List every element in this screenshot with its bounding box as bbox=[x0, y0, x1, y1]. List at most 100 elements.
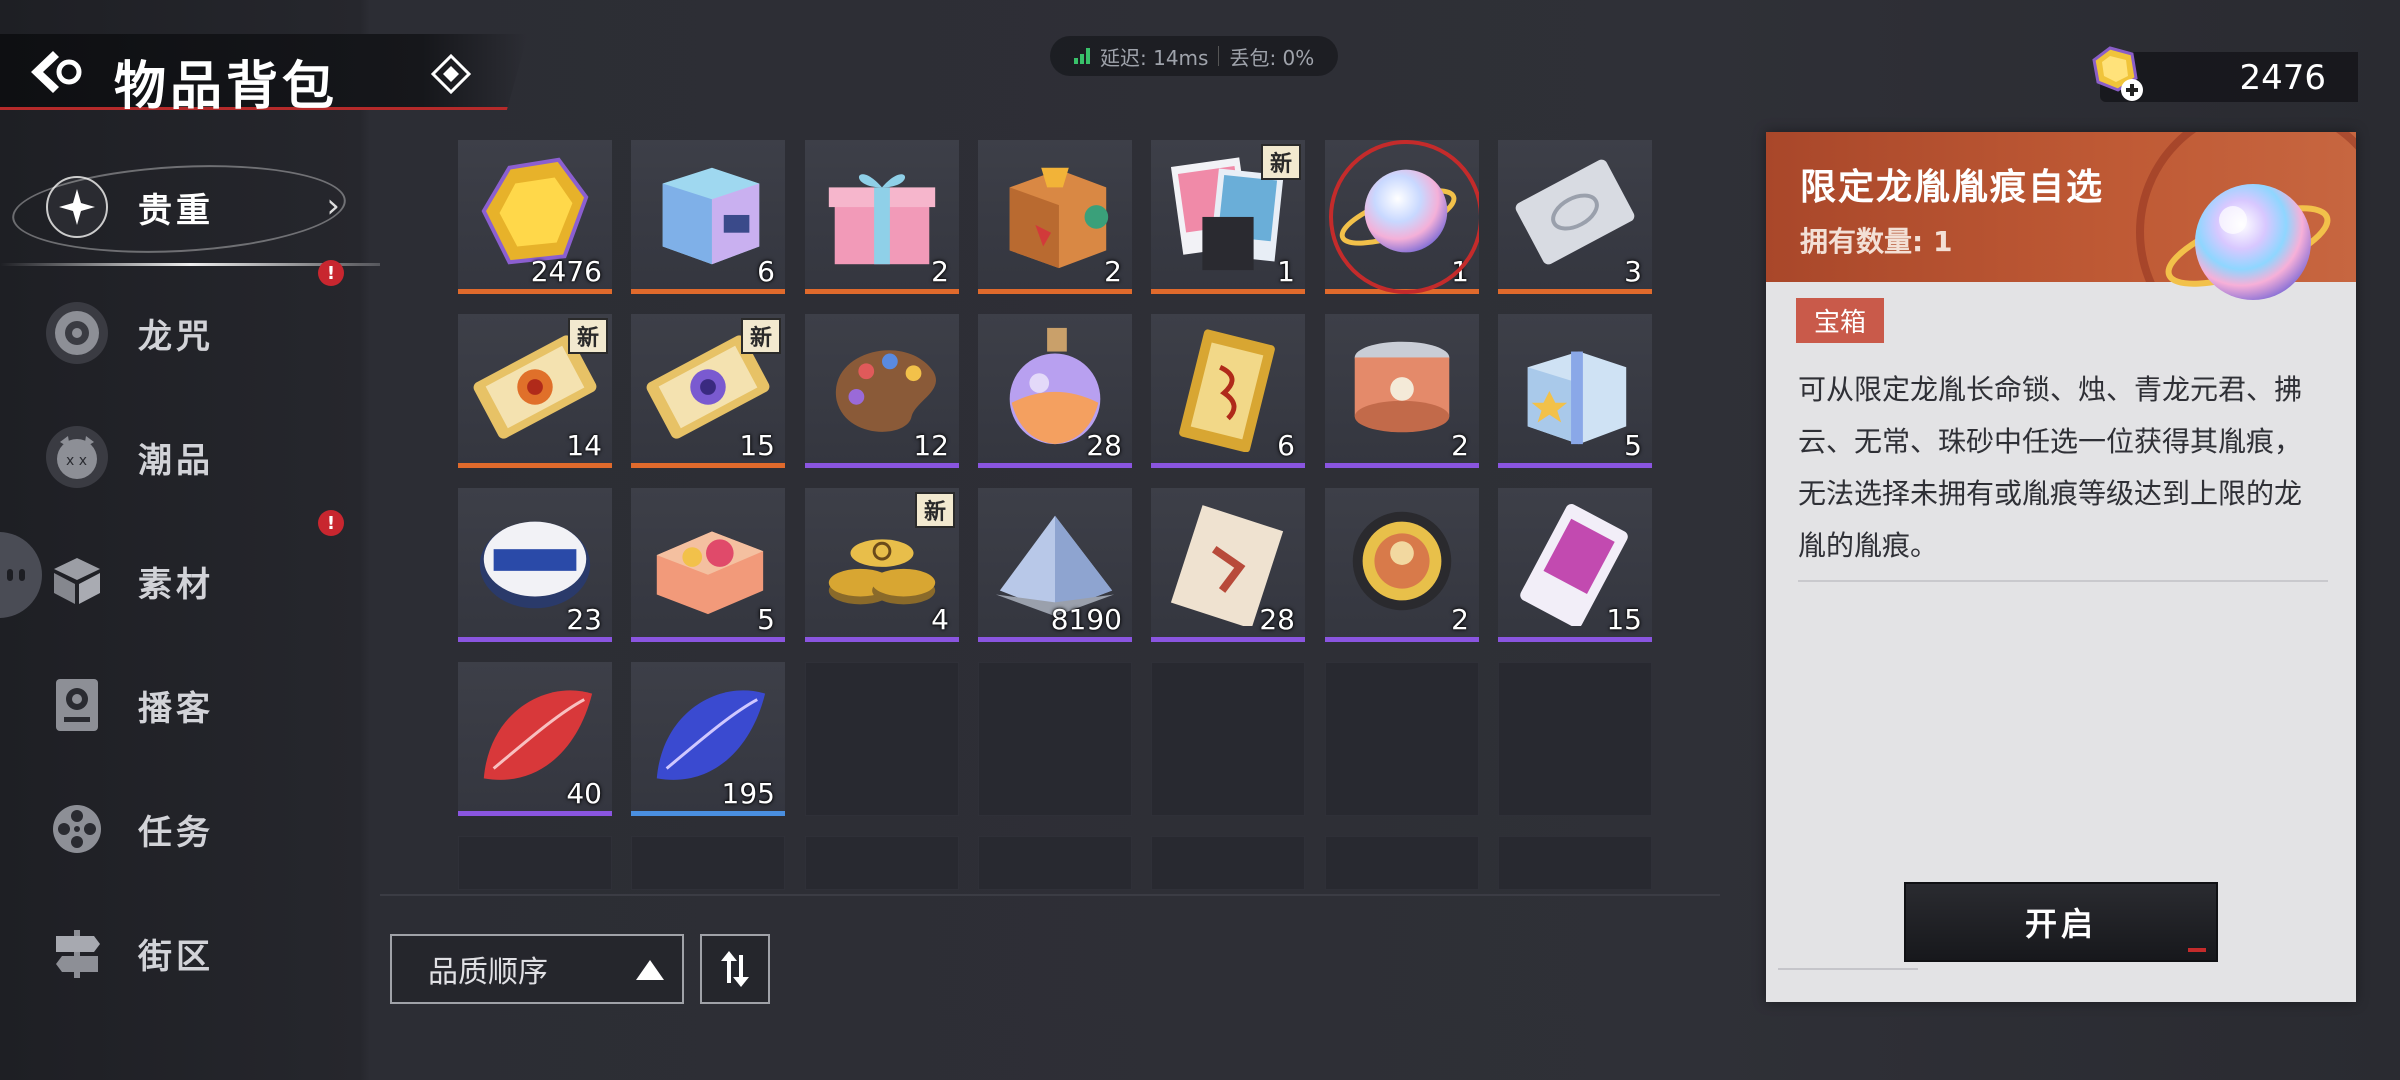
item-slot-photo-cards[interactable]: 新1 bbox=[1151, 140, 1305, 294]
rarity-bar bbox=[978, 289, 1132, 294]
item-slot-pink-ticket[interactable]: 15 bbox=[1498, 488, 1652, 642]
item-count: 2 bbox=[1451, 429, 1469, 462]
gem-plus-icon[interactable] bbox=[2088, 44, 2146, 104]
item-slot-chip-token[interactable]: 2 bbox=[1325, 488, 1479, 642]
wooden-crate-icon bbox=[1009, 167, 1109, 269]
item-count: 12 bbox=[913, 429, 949, 462]
item-slot-silver-ticket[interactable]: 3 bbox=[1498, 140, 1652, 294]
cube-icon bbox=[46, 550, 108, 612]
item-name: 限定龙胤胤痕自选 bbox=[1800, 167, 2105, 208]
rarity-bar bbox=[1325, 637, 1479, 642]
rarity-bar bbox=[978, 463, 1132, 468]
inventory-screen: 物品背包 延迟: 14ms 丢包: 0% 2476 贵重 › ! 龙咒 x x … bbox=[0, 0, 2400, 1080]
new-badge: 新 bbox=[1261, 144, 1301, 180]
item-slot-holo-cube[interactable]: 6 bbox=[631, 140, 785, 294]
sidebar-item-materials[interactable]: 素材 bbox=[46, 536, 306, 626]
owned-count: 拥有数量: 1 bbox=[1800, 225, 1953, 258]
empty-slot bbox=[1325, 836, 1479, 890]
item-slot-potion-bottle[interactable]: 28 bbox=[978, 314, 1132, 468]
item-slot-rainbow-orb[interactable]: 1 bbox=[1325, 140, 1479, 294]
latency-text: 延迟: 14ms bbox=[1100, 45, 1209, 70]
menu-button[interactable] bbox=[428, 54, 474, 94]
item-slot-gold-ticket-purple[interactable]: 新 15 bbox=[631, 314, 785, 468]
item-slot-red-leaf[interactable]: 40 bbox=[458, 662, 612, 816]
rarity-bar bbox=[631, 463, 785, 468]
title-bar: 物品背包 bbox=[0, 34, 528, 110]
sidebar-item-podcast[interactable]: 播客 bbox=[46, 660, 306, 750]
empty-slot bbox=[805, 662, 959, 816]
diamond-icon bbox=[431, 54, 471, 94]
sidebar-item-trendy[interactable]: x x 潮品 bbox=[46, 412, 306, 502]
item-count: 1 bbox=[1277, 255, 1295, 288]
alert-badge: ! bbox=[318, 260, 344, 286]
new-badge: 新 bbox=[741, 318, 781, 354]
button-accent bbox=[2188, 948, 2206, 952]
chevron-right-icon: › bbox=[326, 186, 340, 226]
item-slot-yellow-gem[interactable]: 2476 bbox=[458, 140, 612, 294]
film-reel-icon bbox=[46, 798, 108, 860]
item-grid: 2476 6 2 2 新 1 1 3 新 14 新 15 12 28 6 2 5 23 5 新 4 8190 28 2 15 40… bbox=[458, 140, 1652, 890]
item-slot-gold-coins[interactable]: 新4 bbox=[805, 488, 959, 642]
rarity-bar bbox=[805, 463, 959, 468]
item-slot-blue-leaf[interactable]: 195 bbox=[631, 662, 785, 816]
sign-icon bbox=[46, 922, 108, 984]
item-slot-food-can[interactable]: 2 bbox=[1325, 314, 1479, 468]
triangle-up-icon bbox=[636, 960, 664, 980]
new-badge: 新 bbox=[915, 492, 955, 528]
rarity-bar bbox=[631, 811, 785, 816]
gold-plaque-icon bbox=[1179, 329, 1275, 452]
rarity-bar bbox=[1498, 289, 1652, 294]
empty-slot bbox=[1498, 836, 1652, 890]
empty-slot bbox=[1151, 836, 1305, 890]
new-badge: 新 bbox=[568, 318, 608, 354]
sidebar-item-valuables[interactable]: 贵重 › bbox=[0, 162, 380, 266]
sidebar-item-dragon-curse[interactable]: 龙咒 bbox=[46, 288, 306, 378]
currency-display[interactable]: 2476 bbox=[2092, 46, 2358, 102]
blue-gift-box-icon bbox=[1527, 351, 1627, 445]
item-count: 28 bbox=[1086, 429, 1122, 462]
item-count: 2 bbox=[1451, 603, 1469, 636]
item-slot-sand-pile[interactable]: 8190 bbox=[978, 488, 1132, 642]
item-slot-blue-gift-box[interactable]: 5 bbox=[1498, 314, 1652, 468]
candy-box-icon bbox=[656, 531, 764, 615]
open-button-label: 开启 bbox=[2024, 905, 2097, 943]
rarity-bar bbox=[805, 289, 959, 294]
item-slot-paper-ticket[interactable]: 28 bbox=[1151, 488, 1305, 642]
rarity-bar bbox=[631, 289, 785, 294]
item-count: 8190 bbox=[1050, 603, 1122, 636]
rarity-bar bbox=[1325, 463, 1479, 468]
mask-icon: x x bbox=[46, 426, 108, 488]
item-slot-gold-ticket-red[interactable]: 新 14 bbox=[458, 314, 612, 468]
item-slot-paint-palette[interactable]: 12 bbox=[805, 314, 959, 468]
side-drawer-handle[interactable] bbox=[0, 532, 42, 618]
item-detail-panel: 限定龙胤胤痕自选 拥有数量: 1 宝箱 可从限定龙胤长命锁、烛、青龙元君、拂云、… bbox=[1766, 132, 2356, 1002]
rainbow-orb-icon bbox=[1339, 169, 1457, 253]
item-count: 2476 bbox=[530, 255, 602, 288]
empty-slot bbox=[1498, 662, 1652, 816]
item-count: 195 bbox=[721, 777, 775, 810]
item-count: 4 bbox=[931, 603, 949, 636]
item-slot-pink-gift-box[interactable]: 2 bbox=[805, 140, 959, 294]
speaker-icon bbox=[46, 674, 108, 736]
item-slot-tin-badge[interactable]: 23 bbox=[458, 488, 612, 642]
sidebar-item-label: 街区 bbox=[138, 936, 214, 977]
sort-direction-button[interactable] bbox=[700, 934, 770, 1004]
back-button[interactable] bbox=[28, 48, 88, 96]
sidebar-item-label: 贵重 bbox=[138, 190, 214, 231]
sidebar-item-district[interactable]: 街区 bbox=[46, 908, 306, 998]
rarity-bar bbox=[1151, 463, 1305, 468]
category-sidebar: 贵重 › ! 龙咒 x x 潮品 ! 素材 播客 任务 街区 bbox=[0, 140, 380, 1040]
item-slot-wooden-crate[interactable]: 2 bbox=[978, 140, 1132, 294]
sort-dropdown[interactable]: 品质顺序 bbox=[390, 934, 684, 1004]
divider bbox=[1218, 46, 1220, 66]
open-button[interactable]: 开启 bbox=[1904, 882, 2218, 962]
sort-direction-icon bbox=[721, 951, 749, 987]
item-count: 6 bbox=[1277, 429, 1295, 462]
item-slot-gold-plaque[interactable]: 6 bbox=[1151, 314, 1305, 468]
item-count: 23 bbox=[566, 603, 602, 636]
item-count: 2 bbox=[931, 255, 949, 288]
item-slot-candy-box[interactable]: 5 bbox=[631, 488, 785, 642]
sidebar-item-missions[interactable]: 任务 bbox=[46, 784, 306, 874]
empty-slot bbox=[1325, 662, 1479, 816]
pink-gift-box-icon bbox=[828, 174, 936, 265]
